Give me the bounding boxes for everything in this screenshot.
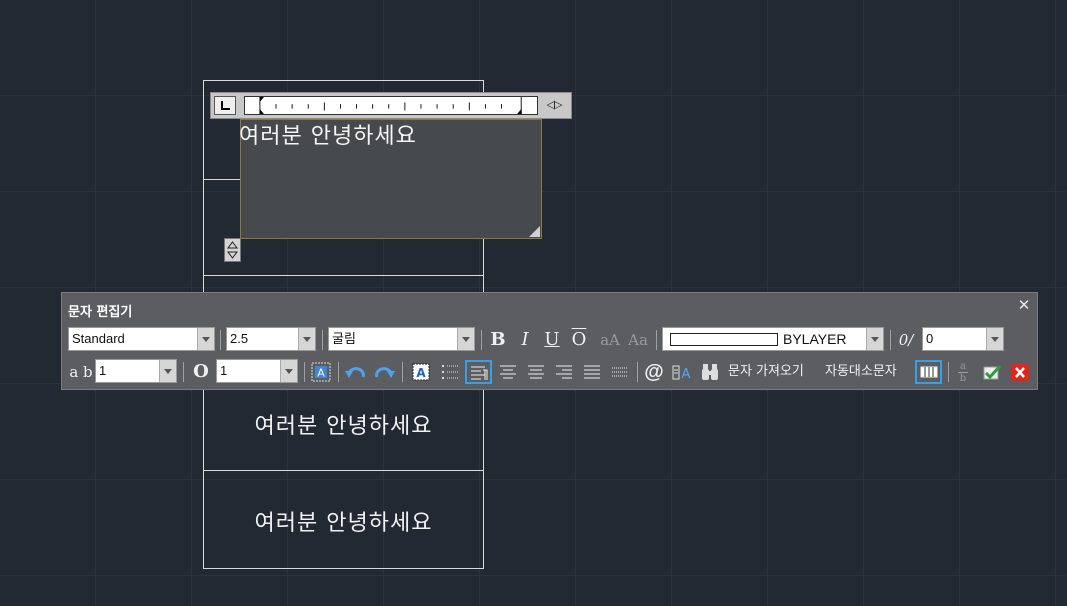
style-value: Standard — [72, 331, 125, 346]
editor-text[interactable]: 여러분 안녕하세요 — [239, 118, 417, 150]
chevron-down-icon[interactable] — [457, 328, 474, 350]
import-text-button[interactable]: 문자 가져오기 — [728, 362, 804, 382]
width-factor-value: 1 — [220, 363, 228, 378]
align-right-icon[interactable] — [552, 360, 576, 384]
separator — [402, 362, 403, 382]
width-icon: O — [193, 361, 209, 382]
symbol-icon[interactable]: @ — [642, 360, 666, 384]
align-center-icon[interactable] — [524, 360, 548, 384]
bold-icon[interactable]: B — [487, 328, 509, 352]
panel-title: 문자 편집기 — [68, 305, 133, 320]
text-height-select[interactable]: 2.5 — [226, 327, 316, 351]
font-select[interactable]: 굴림 — [328, 327, 475, 351]
uppercase-icon[interactable]: aA — [597, 328, 623, 352]
resize-grip-icon[interactable] — [529, 226, 540, 237]
tracking-input[interactable]: 1 — [95, 359, 177, 383]
svg-text:A: A — [317, 367, 325, 380]
text-editor-toolbar: 문자 편집기 ✕ Standard 2.5 굴림 B I U O aA Aa B… — [61, 292, 1038, 390]
cancel-icon[interactable] — [1008, 360, 1032, 384]
height-handle-icon[interactable] — [224, 238, 241, 262]
justify-icon[interactable] — [580, 360, 604, 384]
chevron-down-icon[interactable] — [197, 328, 214, 350]
autocaps-button[interactable]: 자동대소문자 — [825, 362, 897, 382]
lowercase-icon[interactable]: Aa — [625, 328, 651, 352]
separator — [481, 330, 482, 350]
ruler-scale[interactable] — [244, 96, 538, 115]
chevron-down-icon[interactable] — [866, 328, 883, 350]
overline-icon[interactable]: O — [568, 328, 590, 352]
mtext-editor[interactable]: 여러분 안녕하세요 — [239, 118, 542, 239]
column-icon[interactable] — [915, 360, 942, 384]
table-cell-text[interactable]: 여러분 안녕하세요 — [204, 505, 483, 537]
separator — [890, 330, 891, 350]
svg-text:A: A — [416, 366, 426, 380]
separator — [220, 330, 221, 350]
stack-label-bottom: b — [959, 373, 967, 384]
color-swatch — [670, 333, 778, 346]
text-frame-icon[interactable]: A — [410, 360, 432, 384]
color-select[interactable]: BYLAYER — [662, 327, 884, 351]
chevron-down-icon[interactable] — [986, 328, 1003, 350]
chevron-down-icon[interactable] — [159, 360, 176, 382]
chevron-down-icon[interactable] — [298, 328, 315, 350]
width-factor-input[interactable]: 1 — [216, 359, 298, 383]
text-height-value: 2.5 — [230, 331, 249, 346]
style-select[interactable]: Standard — [68, 327, 215, 351]
undo-icon[interactable] — [344, 360, 368, 384]
stack-icon[interactable]: a b — [954, 360, 972, 384]
color-value: BYLAYER — [783, 331, 847, 347]
mask-icon[interactable]: A — [310, 360, 332, 384]
ok-icon[interactable] — [980, 360, 1004, 384]
separator — [656, 330, 657, 350]
table-row-divider — [204, 275, 483, 276]
close-icon[interactable]: ✕ — [1015, 297, 1033, 315]
oblique-angle-input[interactable]: 0 — [922, 327, 1004, 351]
oblique-icon: 0/ — [898, 331, 914, 349]
font-value: 굴림 — [332, 331, 356, 346]
separator — [338, 362, 339, 382]
chevron-down-icon[interactable] — [280, 360, 297, 382]
tracking-icon: a b — [69, 363, 93, 381]
table-cell-text[interactable]: 여러분 안녕하세요 — [204, 408, 483, 440]
stack-label-top: a — [960, 361, 966, 372]
numbering-icon[interactable] — [438, 360, 462, 384]
underline-icon[interactable]: U — [541, 328, 563, 352]
toolbar-row-format: Standard 2.5 굴림 B I U O aA Aa BYLAYER 0/… — [62, 327, 1037, 353]
tab-marker-icon[interactable]: ◁▷ — [540, 96, 568, 115]
align-center-icon[interactable] — [496, 360, 520, 384]
separator — [637, 362, 638, 382]
italic-icon[interactable]: I — [514, 328, 536, 352]
field-icon[interactable]: A — [670, 360, 694, 384]
ruler-corner-icon[interactable] — [214, 96, 236, 115]
separator — [304, 362, 305, 382]
tracking-value: 1 — [99, 363, 107, 378]
table-row-divider — [204, 470, 483, 471]
separator — [948, 362, 949, 382]
distribute-icon[interactable] — [608, 360, 632, 384]
redo-icon[interactable] — [372, 360, 396, 384]
find-icon[interactable] — [698, 360, 722, 384]
svg-text:A: A — [682, 367, 691, 382]
text-ruler[interactable]: ◁▷ — [210, 92, 572, 119]
oblique-angle-value: 0 — [926, 331, 934, 346]
separator — [183, 362, 184, 382]
toolbar-row-paragraph: a b 1 O 1 A A @ A 문자 가져오기 자동대소문자 a b — [62, 359, 1037, 385]
separator — [322, 330, 323, 350]
align-left-icon[interactable] — [465, 360, 492, 384]
